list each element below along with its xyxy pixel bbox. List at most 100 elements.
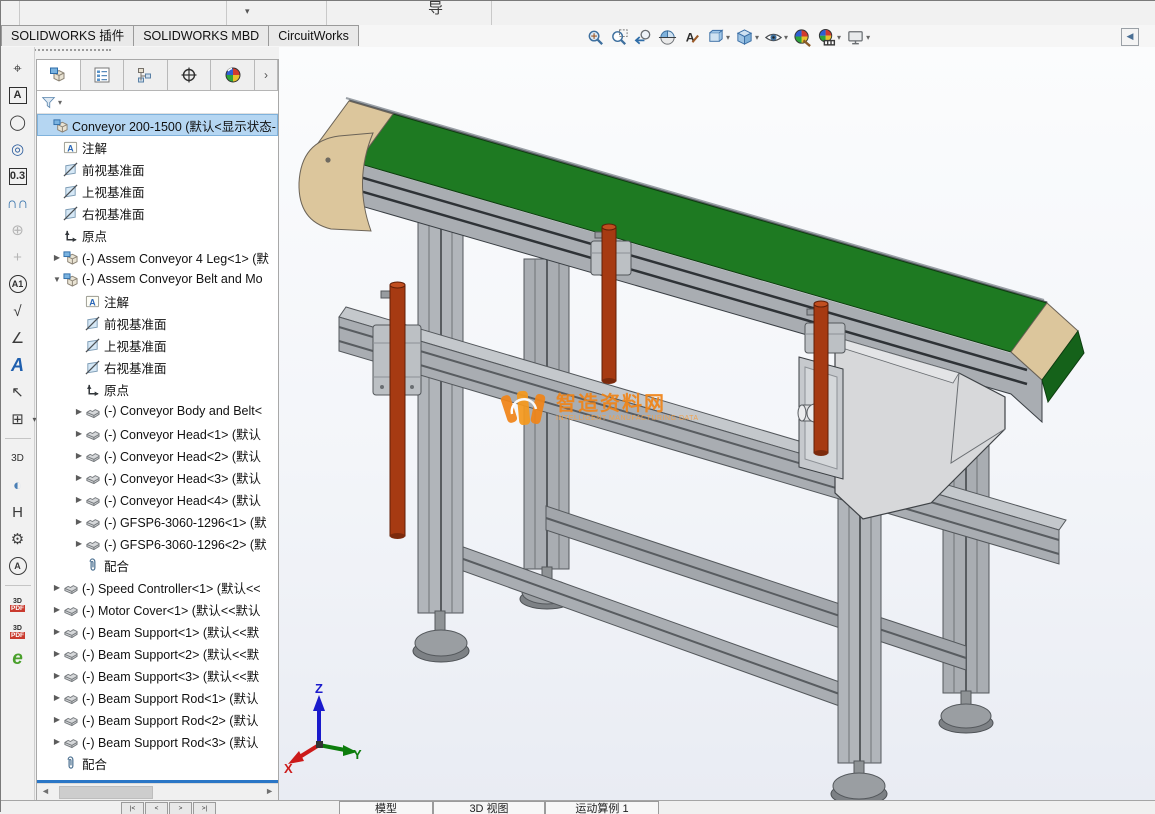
head-roller-left[interactable] [298, 132, 374, 232]
tree-item[interactable]: 前视基准面 [37, 312, 278, 334]
edit-3d-pdf-icon[interactable]: 3D PDF [5, 594, 31, 616]
weld-symbol-icon[interactable]: ∠ [5, 327, 31, 349]
bottom-tab-model[interactable]: 模型 [339, 801, 433, 814]
previous-view-icon[interactable] [634, 28, 653, 47]
leg-left-front[interactable] [412, 205, 470, 663]
zoom-area-icon[interactable] [610, 28, 629, 47]
tree-expand-icon[interactable]: ▶ [73, 451, 85, 460]
tree-expand-icon[interactable]: ▶ [51, 605, 63, 614]
tab-displaymanager[interactable] [211, 60, 255, 90]
apply-scene-icon[interactable]: ▾ [817, 28, 841, 47]
motionstudy-nav-button[interactable]: >| [193, 802, 216, 814]
tree-item[interactable]: ▶ (-) Conveyor Head<1> (默认 [37, 422, 278, 444]
scrollbar-thumb[interactable] [59, 786, 153, 799]
tree-expand-icon[interactable]: ▼ [51, 275, 63, 284]
tree-expand-icon[interactable]: ▶ [51, 649, 63, 658]
dynamic-section-icon[interactable]: ◐ [5, 474, 31, 496]
ribbon-tab-solidworks-插件[interactable]: SOLIDWORKS 插件 [1, 25, 135, 46]
filter-funnel-icon[interactable] [41, 95, 56, 110]
tree-item[interactable]: ▶ (-) Beam Support<1> (默认<<默 [37, 620, 278, 642]
tree-item[interactable]: 上视基准面 [37, 180, 278, 202]
balloon-icon[interactable]: ◯ [5, 111, 31, 133]
tree-item[interactable]: ▶ (-) Conveyor Head<3> (默认 [37, 466, 278, 488]
tree-horizontal-scrollbar[interactable]: ◄ ► [37, 783, 278, 800]
tree-item[interactable]: ▶ (-) Assem Conveyor 4 Leg<1> (默 [37, 246, 278, 268]
apply-scene-icon-caret[interactable]: ▾ [837, 33, 841, 42]
tables-icon[interactable]: ⊞ ▾ [5, 408, 36, 430]
smart-note-icon[interactable]: A [5, 354, 31, 376]
tree-item[interactable]: 右视基准面 [37, 202, 278, 224]
cross-brace-back[interactable] [545, 505, 967, 671]
tab-propertymanager[interactable] [80, 60, 125, 90]
tree-expand-icon[interactable]: ▶ [73, 429, 85, 438]
tree-expand-icon[interactable]: ▶ [51, 583, 63, 592]
ribbon-tab-circuitworks[interactable]: CircuitWorks [268, 25, 359, 46]
tree-item[interactable]: 右视基准面 [37, 356, 278, 378]
note-icon[interactable]: A [5, 84, 31, 106]
tree-item[interactable]: 前视基准面 [37, 158, 278, 180]
edit-appearance-icon[interactable] [793, 28, 812, 47]
view-settings-icon-caret[interactable]: ▾ [866, 33, 870, 42]
tree-expand-icon[interactable]: ▶ [51, 715, 63, 724]
show-annotations-icon[interactable]: + [5, 246, 31, 268]
display-style-icon-caret[interactable]: ▾ [755, 33, 759, 42]
surface-finish-icon[interactable]: √ [5, 300, 31, 322]
tree-item[interactable]: ▶ (-) Beam Support Rod<2> (默认 [37, 708, 278, 730]
bottom-tab-motion-study[interactable]: 运动算例 1 [545, 801, 659, 814]
section-view-icon[interactable] [658, 28, 677, 47]
tree-item[interactable]: ▼ (-) Assem Conveyor Belt and Mo [37, 268, 278, 290]
ribbon-tab-solidworks-mbd[interactable]: SOLIDWORKS MBD [133, 25, 270, 46]
dimension-scheme-icon[interactable]: ⌖ [5, 57, 31, 79]
compare-icon[interactable]: H [5, 501, 31, 523]
geometric-tolerance-icon[interactable]: 0.3 [5, 165, 31, 187]
scroll-right-icon[interactable]: ► [265, 786, 274, 796]
tree-expand-icon[interactable]: ▶ [73, 407, 85, 416]
tree-item[interactable]: ▶ (-) Motor Cover<1> (默认<<默认 [37, 598, 278, 620]
collapse-taskpane-icon[interactable]: ◀ [1121, 28, 1139, 46]
tree-expand-icon[interactable]: ▶ [73, 539, 85, 548]
zoom-fit-icon[interactable] [586, 28, 605, 47]
tree-item[interactable]: 上视基准面 [37, 334, 278, 356]
tree-item[interactable]: A 注解 [37, 290, 278, 312]
stacked-balloon-icon[interactable]: ◎ [5, 138, 31, 160]
filter-caret-icon[interactable]: ▾ [58, 98, 62, 107]
tree-expand-icon[interactable]: ▶ [51, 671, 63, 680]
annotation-view-icon[interactable]: A [5, 555, 31, 577]
display-style-icon[interactable]: ▾ [735, 28, 759, 47]
tree-item[interactable]: ▶ (-) Speed Controller<1> (默认<< [37, 576, 278, 598]
auto-balloon-icon[interactable]: ∩∩ [5, 192, 31, 214]
tree-item[interactable]: 原点 [37, 378, 278, 400]
tree-root-item[interactable]: Conveyor 200-1500 (默认<显示状态- [37, 114, 278, 136]
tree-expand-icon[interactable]: ▶ [73, 517, 85, 526]
datum-target-icon[interactable]: ⊕ [5, 219, 31, 241]
datum-feature-icon[interactable]: A1 [5, 273, 31, 295]
capture-3d-view-icon[interactable]: 3D [5, 447, 31, 469]
tree-expand-icon[interactable]: ▶ [51, 693, 63, 702]
tree-expand-icon[interactable]: ▶ [51, 737, 63, 746]
tree-expand-icon[interactable]: ▶ [73, 495, 85, 504]
smart-component-icon[interactable]: ⚙ [5, 528, 31, 550]
export-3d-pdf-icon[interactable]: 3D PDF [5, 621, 31, 643]
tab-dimxpertmanager[interactable] [167, 60, 212, 90]
tab-featuremanager[interactable] [37, 60, 81, 90]
tree-expand-icon[interactable]: ▶ [51, 253, 63, 262]
leg-left-back[interactable] [519, 258, 575, 610]
motionstudy-nav-button[interactable]: < [145, 802, 168, 814]
magnetic-line-icon[interactable]: ↖ [5, 381, 31, 403]
tree-item[interactable]: ▶ (-) Conveyor Body and Belt< [37, 400, 278, 422]
tree-expand-icon[interactable]: ▶ [51, 627, 63, 636]
tree-item[interactable]: ▶ (-) Beam Support Rod<3> (默认 [37, 730, 278, 752]
tree-item[interactable]: ▶ (-) GFSP6-3060-1296<2> (默 [37, 532, 278, 554]
scroll-left-icon[interactable]: ◄ [41, 786, 50, 796]
tree-expand-icon[interactable]: ▶ [73, 473, 85, 482]
tree-item[interactable]: ▶ (-) Conveyor Head<4> (默认 [37, 488, 278, 510]
graphics-viewport[interactable]: Z X Y [279, 47, 1155, 800]
hide-show-items-icon[interactable]: ▾ [764, 28, 788, 47]
tree-item[interactable]: ▶ (-) Conveyor Head<2> (默认 [37, 444, 278, 466]
bottom-tab-3d-views[interactable]: 3D 视图 [433, 801, 545, 814]
tree-item[interactable]: ▶ (-) Beam Support Rod<1> (默认 [37, 686, 278, 708]
edrawings-icon[interactable]: e [5, 648, 31, 670]
motionstudy-nav-button[interactable]: > [169, 802, 192, 814]
view-orientation-icon-caret[interactable]: ▾ [726, 33, 730, 42]
tree-item[interactable]: ▶ (-) Beam Support<3> (默认<<默 [37, 664, 278, 686]
